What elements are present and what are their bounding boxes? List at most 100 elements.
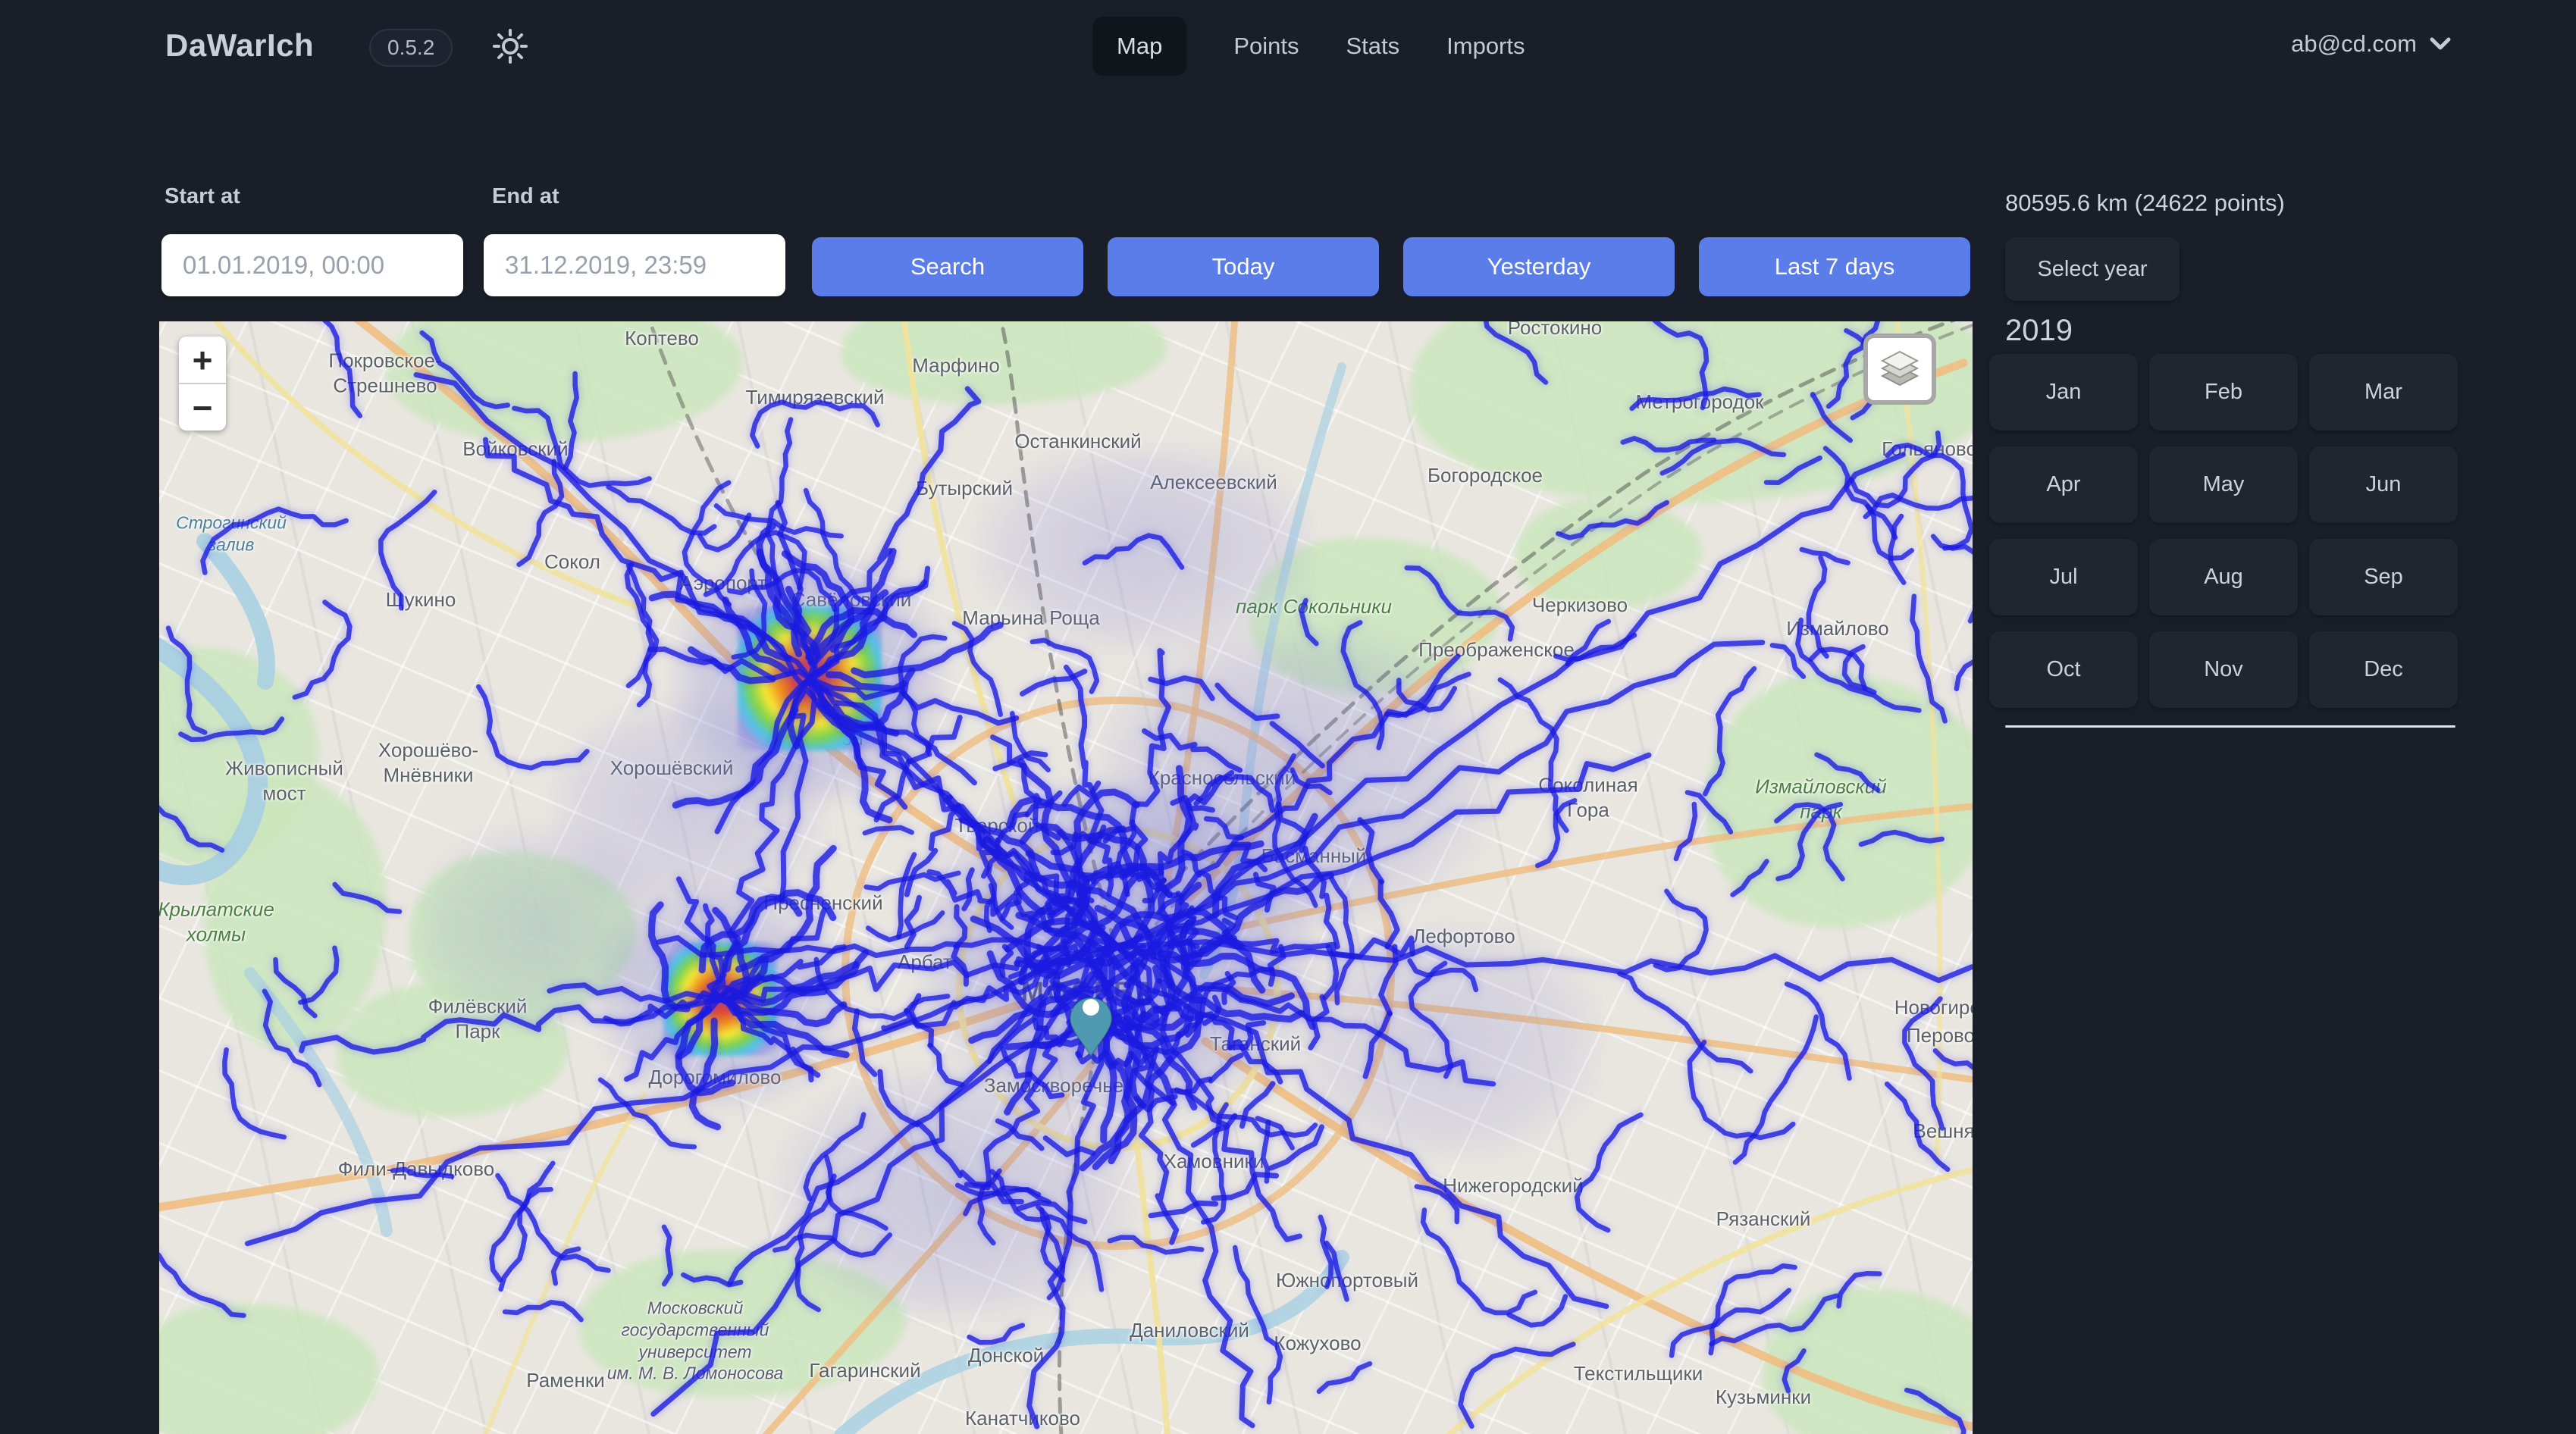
map-label: Черкизово: [1532, 593, 1628, 618]
gps-tracks-layer: [159, 321, 1973, 1434]
month-button-jul[interactable]: Jul: [1989, 539, 2138, 615]
park-area: [409, 852, 637, 1019]
map-label: Строгинский залив: [176, 512, 287, 556]
month-button-aug[interactable]: Aug: [2149, 539, 2298, 615]
account-menu[interactable]: ab@cd.com: [2291, 30, 2452, 58]
map-label: Даниловский: [1130, 1318, 1249, 1343]
park-area: [1251, 537, 1501, 693]
heatmap-layer: [159, 321, 1973, 1434]
park-area: [1516, 499, 1702, 609]
month-button-may[interactable]: May: [2149, 446, 2298, 523]
start-at-label: Start at: [165, 184, 240, 209]
map-label: Филёвский Парк: [428, 994, 528, 1044]
end-at-input[interactable]: [484, 234, 785, 296]
map-label: Измайловский парк: [1755, 775, 1886, 824]
heat-blob: [417, 825, 660, 1030]
park-area: [1763, 1288, 1973, 1434]
map-label: Гагаринский: [809, 1358, 920, 1383]
map-label: Вешняки: [1913, 1119, 1973, 1144]
month-button-jun[interactable]: Jun: [2309, 446, 2458, 523]
distance-stats: 80595.6 km (24622 points): [2005, 189, 2285, 217]
park-area: [841, 321, 1167, 405]
map-marker-pin[interactable]: [1070, 997, 1112, 1057]
park-area: [1706, 674, 1973, 928]
heat-blob: [921, 780, 1315, 1113]
map-label: Богородское: [1427, 463, 1543, 488]
tab-imports[interactable]: Imports: [1446, 17, 1525, 76]
map-label: Метрогородок: [1635, 390, 1763, 415]
map-label: Савёловский: [791, 587, 912, 612]
map-label: Крылатские холмы: [159, 897, 274, 947]
layers-icon: [1878, 347, 1922, 391]
month-button-nov[interactable]: Nov: [2149, 631, 2298, 708]
month-button-jan[interactable]: Jan: [1989, 354, 2138, 431]
map-label: Тимирязевский: [746, 385, 885, 410]
map-label: Кузьминки: [1716, 1385, 1811, 1410]
map-label: Рязанский: [1716, 1207, 1811, 1232]
chevron-down-icon: [2429, 36, 2452, 52]
map-label: Арбат: [898, 950, 952, 975]
month-button-sep[interactable]: Sep: [2309, 539, 2458, 615]
month-button-mar[interactable]: Mar: [2309, 354, 2458, 431]
map-label: Кожухово: [1274, 1331, 1361, 1356]
park-area: [387, 321, 743, 443]
map-label: Ростокино: [1508, 321, 1602, 340]
map-layers-control[interactable]: [1863, 333, 1936, 405]
map-label: Хорошёво- Мнёвники: [378, 738, 478, 787]
search-button[interactable]: Search: [812, 237, 1083, 296]
map-label: Преображенское: [1418, 637, 1575, 662]
tab-map[interactable]: Map: [1092, 17, 1186, 76]
map-label: Замоскворечье: [984, 1073, 1123, 1098]
map-label: Марфино: [912, 353, 1000, 378]
heat-hotspot: [663, 942, 777, 1056]
yesterday-button[interactable]: Yesterday: [1403, 237, 1675, 296]
theme-toggle-sun-icon[interactable]: [491, 27, 529, 65]
roads-water-layer: [159, 321, 1973, 1434]
park-area: [205, 776, 387, 1049]
month-button-feb[interactable]: Feb: [2149, 354, 2298, 431]
month-button-dec[interactable]: Dec: [2309, 631, 2458, 708]
map-label: Сокол: [544, 549, 600, 575]
main-nav-tabs: Map Points Stats Imports: [1092, 17, 1525, 76]
map-label: Новогиреево: [1894, 995, 1973, 1020]
start-at-input[interactable]: [161, 234, 463, 296]
map-label: Покровское- Стрешнево: [328, 349, 441, 398]
map-label: Марьина Роща: [962, 606, 1100, 631]
months-grid: JanFebMar AprMayJun JulAugSep OctNovDec: [1989, 354, 2458, 708]
month-button-oct[interactable]: Oct: [1989, 631, 2138, 708]
map-label: Московский государственный университет и…: [607, 1298, 784, 1385]
tab-points[interactable]: Points: [1233, 17, 1299, 76]
map-label: Канатчиково: [965, 1406, 1080, 1431]
heat-hotspot: [738, 606, 882, 750]
map-label: Соколиная Гора: [1538, 773, 1637, 822]
map-canvas[interactable]: Покровское- Стрешнево Коптево Тимирязевски…: [159, 321, 1973, 1434]
map-label: Алексеевский: [1150, 470, 1277, 495]
map-label: Фили-Давыдково: [338, 1157, 495, 1182]
filter-buttons: Search Today Yesterday Last 7 days: [812, 237, 1970, 296]
month-button-apr[interactable]: Apr: [1989, 446, 2138, 523]
map-label: Дорогомилово: [649, 1065, 782, 1090]
select-year-button[interactable]: Select year: [2005, 237, 2180, 301]
map-label: Красносельский: [1149, 766, 1296, 791]
map-label: Лефортово: [1412, 924, 1515, 949]
last-7-days-button[interactable]: Last 7 days: [1699, 237, 1970, 296]
map-label: Южнопортовый: [1276, 1268, 1418, 1293]
tab-stats[interactable]: Stats: [1346, 17, 1399, 76]
zoom-out-button[interactable]: −: [179, 384, 226, 431]
park-area: [580, 1250, 906, 1398]
map-label: Басманный: [1261, 844, 1367, 869]
today-button[interactable]: Today: [1108, 237, 1379, 296]
map-label: Коптево: [625, 326, 699, 351]
map-label: Тверской: [955, 813, 1039, 838]
street-grid-layer: [159, 321, 1973, 1434]
end-at-label: End at: [492, 184, 559, 209]
map-label: Бутырский: [916, 476, 1013, 501]
heat-blob: [553, 700, 826, 913]
heat-blob: [599, 889, 841, 1109]
map-label: Хорошёвский: [610, 756, 734, 781]
heat-blob: [673, 553, 946, 803]
map-label: Донской: [968, 1343, 1044, 1368]
map-label: Текстильщики: [1574, 1361, 1703, 1386]
heat-blob: [978, 446, 1312, 651]
zoom-in-button[interactable]: +: [179, 337, 226, 384]
